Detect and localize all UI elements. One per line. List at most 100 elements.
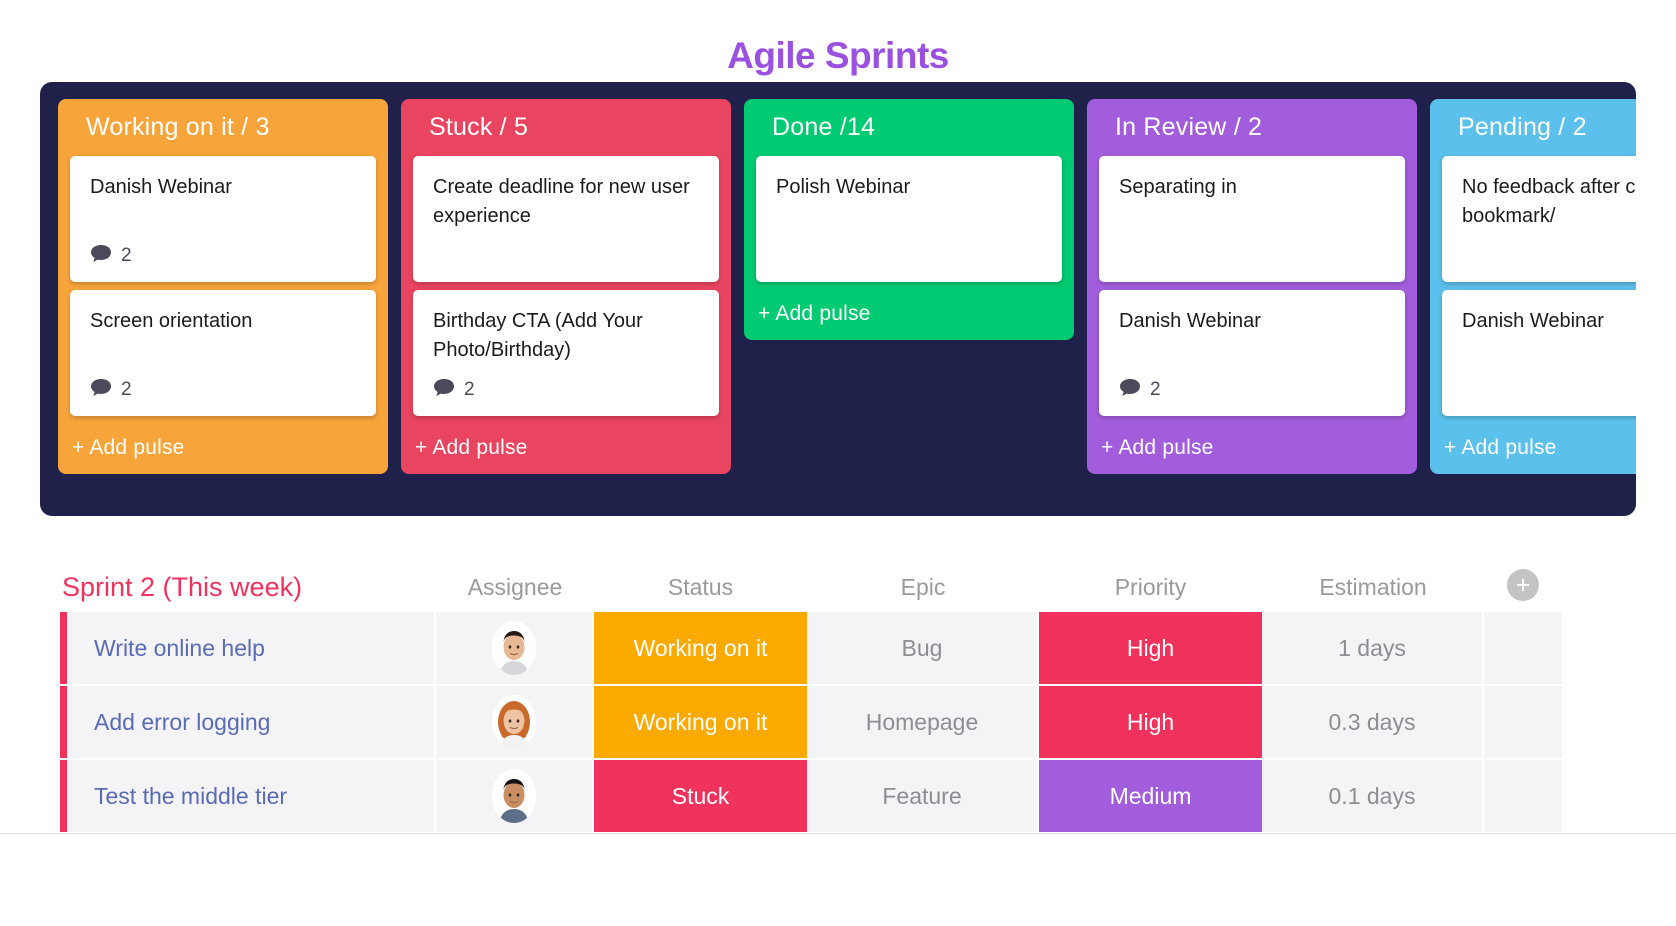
kanban-column: Working on it / 3 Danish Webinar 2 Screen o… bbox=[58, 99, 388, 474]
cell-assignee[interactable] bbox=[436, 760, 594, 832]
kanban-card[interactable]: Separating in bbox=[1099, 156, 1405, 282]
kanban-card[interactable]: No feedback after clicking bookmark/ bbox=[1442, 156, 1636, 282]
cell-assignee[interactable] bbox=[436, 686, 594, 758]
column-header-epic[interactable]: Epic bbox=[807, 570, 1039, 604]
kanban-column-title[interactable]: Pending / 2 bbox=[1430, 99, 1636, 156]
kanban-card-meta: 2 bbox=[1119, 378, 1385, 402]
kanban-column-title[interactable]: Working on it / 3 bbox=[58, 99, 388, 156]
cell-task-name[interactable]: Write online help bbox=[67, 612, 436, 684]
kanban-card-meta: 2 bbox=[90, 244, 356, 268]
cell-status[interactable]: Stuck bbox=[594, 760, 807, 832]
table-row[interactable]: Write online help Working on it Bug High 1 d… bbox=[60, 612, 1616, 686]
column-header-priority[interactable]: Priority bbox=[1039, 570, 1262, 604]
cell-priority[interactable]: High bbox=[1039, 686, 1262, 758]
add-pulse-button[interactable]: + Add pulse bbox=[401, 416, 731, 470]
avatar[interactable] bbox=[492, 769, 536, 823]
kanban-card-title: Birthday CTA (Add Your Photo/Birthday) bbox=[433, 310, 643, 361]
comment-icon[interactable] bbox=[1119, 378, 1141, 403]
add-pulse-button[interactable]: + Add pulse bbox=[1430, 416, 1636, 470]
avatar[interactable] bbox=[492, 695, 536, 749]
sheet-title[interactable]: Sprint 2 (This week) bbox=[60, 570, 436, 604]
kanban-card[interactable]: Create deadline for new user experience bbox=[413, 156, 719, 282]
cell-trailing bbox=[1484, 686, 1562, 758]
sprint-table-rows: Write online help Working on it Bug High 1 d… bbox=[60, 612, 1616, 834]
cell-status[interactable]: Working on it bbox=[594, 612, 807, 684]
cell-task-name[interactable]: Add error logging bbox=[67, 686, 436, 758]
kanban-card-title: Screen orientation bbox=[90, 310, 253, 332]
add-column-button[interactable]: + bbox=[1507, 569, 1539, 601]
kanban-card-title: No feedback after clicking bookmark/ bbox=[1462, 176, 1636, 227]
kanban-card-list: Separating in Danish Webinar 2 bbox=[1087, 156, 1417, 416]
kanban-card[interactable]: Screen orientation 2 bbox=[70, 290, 376, 416]
cell-assignee[interactable] bbox=[436, 612, 594, 684]
kanban-card-title: Create deadline for new user experience bbox=[433, 176, 690, 227]
kanban-card-title: Danish Webinar bbox=[1119, 310, 1261, 332]
row-accent-bar bbox=[60, 612, 67, 684]
comment-bubble-icon bbox=[91, 244, 111, 262]
cell-epic[interactable]: Feature bbox=[807, 760, 1039, 832]
cell-epic[interactable]: Homepage bbox=[807, 686, 1039, 758]
kanban-card-title: Danish Webinar bbox=[1462, 310, 1604, 332]
comment-count: 2 bbox=[121, 245, 132, 266]
kanban-card-list: Danish Webinar 2 Screen orientation 2 bbox=[58, 156, 388, 416]
kanban-column: In Review / 2 Separating in Danish Webinar… bbox=[1087, 99, 1417, 474]
page-title: Agile Sprints bbox=[727, 35, 949, 76]
comment-bubble-icon bbox=[91, 378, 111, 396]
column-header-assignee[interactable]: Assignee bbox=[436, 570, 594, 604]
cell-estimation[interactable]: 1 days bbox=[1262, 612, 1484, 684]
add-pulse-button[interactable]: + Add pulse bbox=[58, 416, 388, 470]
kanban-card-title: Polish Webinar bbox=[776, 176, 911, 198]
sprint-table-header-row: Sprint 2 (This week) Assignee Status Epi… bbox=[60, 546, 1616, 604]
cell-epic[interactable]: Bug bbox=[807, 612, 1039, 684]
kanban-column: Pending / 2No feedback after clicking bo… bbox=[1430, 99, 1636, 474]
kanban-card[interactable]: Polish Webinar bbox=[756, 156, 1062, 282]
kanban-card[interactable]: Danish Webinar bbox=[1442, 290, 1636, 416]
kanban-card[interactable]: Danish Webinar 2 bbox=[1099, 290, 1405, 416]
add-pulse-button[interactable]: + Add pulse bbox=[1087, 416, 1417, 470]
cell-priority[interactable]: Medium bbox=[1039, 760, 1262, 832]
cell-priority[interactable]: High bbox=[1039, 612, 1262, 684]
kanban-card-list: Create deadline for new user experience B… bbox=[401, 156, 731, 416]
cell-task-name[interactable]: Test the middle tier bbox=[67, 760, 436, 832]
table-row[interactable]: Add error logging Working on it Homepage Hi… bbox=[60, 686, 1616, 760]
kanban-card-title: Separating in bbox=[1119, 176, 1237, 198]
column-header-status[interactable]: Status bbox=[594, 570, 807, 604]
kanban-card[interactable]: Danish Webinar 2 bbox=[70, 156, 376, 282]
cell-estimation[interactable]: 0.3 days bbox=[1262, 686, 1484, 758]
kanban-column: Done /14 Polish Webinar + Add pulse bbox=[744, 99, 1074, 340]
kanban-board: Working on it / 3 Danish Webinar 2 Screen o… bbox=[40, 82, 1636, 516]
comment-count: 2 bbox=[1150, 379, 1161, 400]
comment-icon[interactable] bbox=[433, 378, 455, 403]
comment-icon[interactable] bbox=[90, 244, 112, 269]
table-row[interactable]: Test the middle tier Stuck Feature Medium 0.… bbox=[60, 760, 1616, 834]
column-header-estimation[interactable]: Estimation bbox=[1262, 570, 1484, 604]
comment-bubble-icon bbox=[1120, 378, 1140, 396]
comment-count: 2 bbox=[121, 379, 132, 400]
avatar[interactable] bbox=[492, 621, 536, 675]
kanban-column-title[interactable]: In Review / 2 bbox=[1087, 99, 1417, 156]
kanban-card[interactable]: Birthday CTA (Add Your Photo/Birthday) 2 bbox=[413, 290, 719, 416]
add-column-cell: + bbox=[1484, 569, 1562, 604]
add-pulse-button[interactable]: + Add pulse bbox=[744, 282, 1074, 336]
comment-bubble-icon bbox=[434, 378, 454, 396]
row-accent-bar bbox=[60, 760, 67, 832]
kanban-column-title[interactable]: Stuck / 5 bbox=[401, 99, 731, 156]
kanban-card-meta: 2 bbox=[433, 378, 699, 402]
cell-estimation[interactable]: 0.1 days bbox=[1262, 760, 1484, 832]
kanban-board-wrapper: Working on it / 3 Danish Webinar 2 Screen o… bbox=[0, 82, 1676, 516]
kanban-column: Stuck / 5 Create deadline for new user ex… bbox=[401, 99, 731, 474]
comment-count: 2 bbox=[464, 379, 475, 400]
row-accent-bar bbox=[60, 686, 67, 758]
kanban-card-title: Danish Webinar bbox=[90, 176, 232, 198]
kanban-card-list: Polish Webinar bbox=[744, 156, 1074, 282]
kanban-column-title[interactable]: Done /14 bbox=[744, 99, 1074, 156]
cell-trailing bbox=[1484, 612, 1562, 684]
page-root: Agile Sprints Working on it / 3 Danish We… bbox=[0, 0, 1676, 926]
cell-trailing bbox=[1484, 760, 1562, 832]
kanban-card-meta: 2 bbox=[90, 378, 356, 402]
kanban-card-list: No feedback after clicking bookmark/Dani… bbox=[1430, 156, 1636, 416]
page-bottom-divider bbox=[0, 833, 1676, 834]
sprint-table-wrapper: Sprint 2 (This week) Assignee Status Epi… bbox=[0, 546, 1676, 834]
cell-status[interactable]: Working on it bbox=[594, 686, 807, 758]
comment-icon[interactable] bbox=[90, 378, 112, 403]
